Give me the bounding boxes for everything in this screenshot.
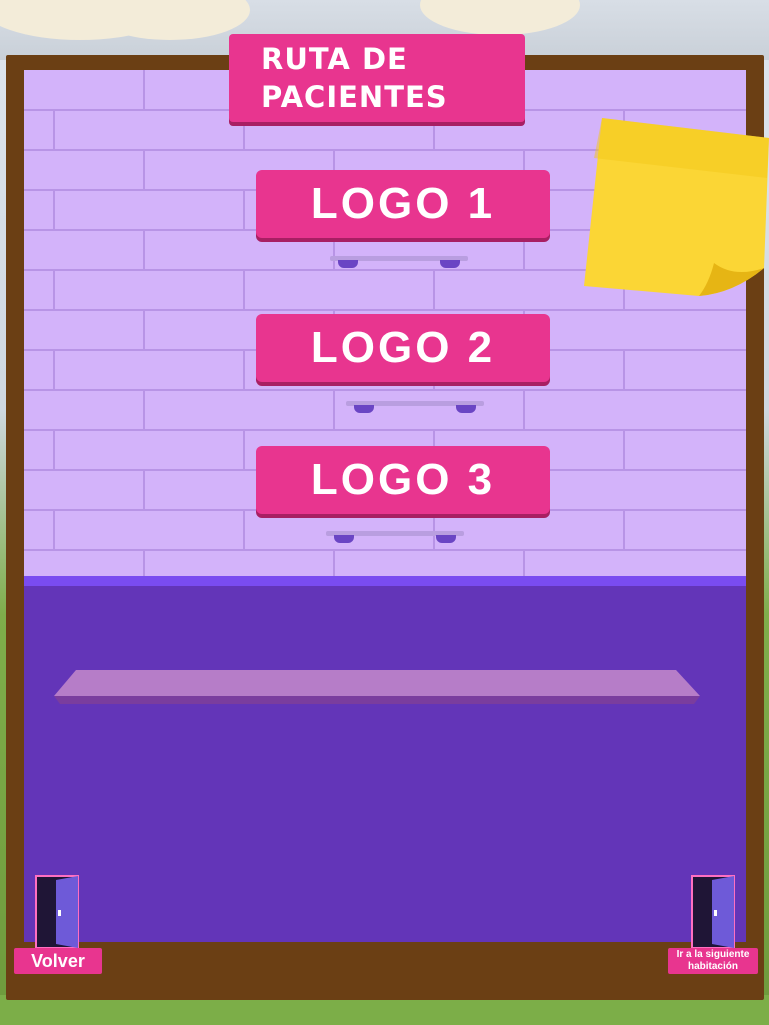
floor [24, 586, 746, 942]
page-title: RUTA DE PACIENTES [261, 42, 448, 114]
door-icon [35, 875, 79, 949]
shelf [326, 531, 464, 543]
next-door[interactable] [690, 874, 744, 952]
logo-1-button[interactable]: LOGO 1 [256, 170, 550, 238]
sticky-note[interactable] [584, 118, 769, 296]
rug [54, 670, 700, 704]
wall-trim [24, 576, 746, 586]
shelf [346, 401, 484, 413]
back-door[interactable] [34, 874, 88, 952]
logo-3-button[interactable]: LOGO 3 [256, 446, 550, 514]
back-button[interactable]: Volver [14, 948, 102, 974]
door-icon [691, 875, 735, 949]
shelf [330, 256, 468, 268]
next-room-button[interactable]: Ir a la siguiente habitación [668, 948, 758, 974]
logo-2-button[interactable]: LOGO 2 [256, 314, 550, 382]
page-title-card: RUTA DE PACIENTES [229, 34, 525, 122]
